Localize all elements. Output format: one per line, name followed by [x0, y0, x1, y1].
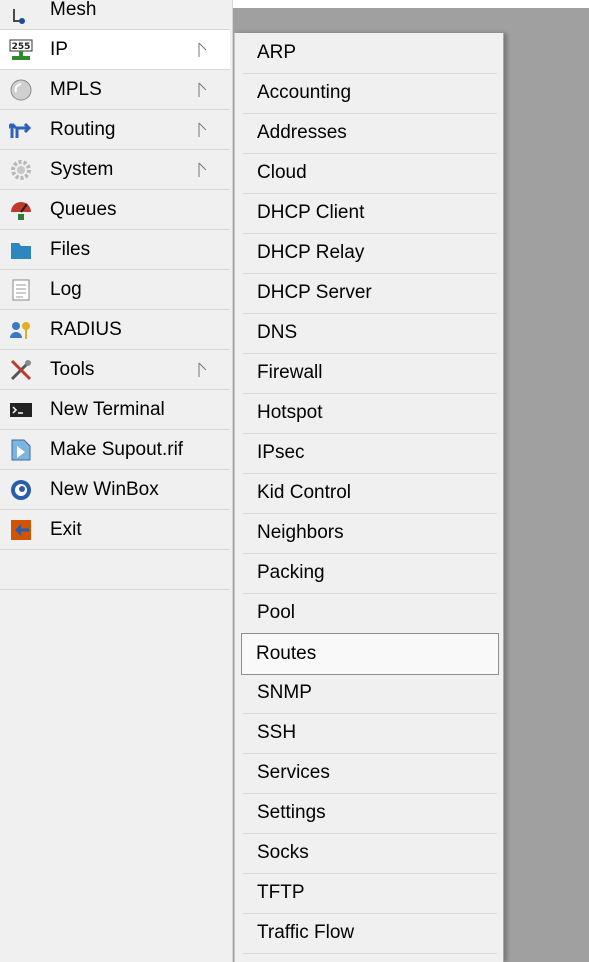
mpls-icon [8, 77, 34, 103]
submenu-item-kid-control[interactable]: Kid Control [243, 473, 497, 514]
menu-label: New Terminal [50, 398, 165, 420]
submenu-label: Settings [257, 802, 326, 823]
submenu-item-hotspot[interactable]: Hotspot [243, 393, 497, 434]
menu-label: Make Supout.rif [50, 438, 184, 460]
menu-item-ip[interactable]: 255 IP [0, 30, 230, 70]
submenu-item-dhcp-relay[interactable]: DHCP Relay [243, 233, 497, 274]
radius-icon [8, 317, 34, 343]
folder-icon [8, 237, 34, 263]
submenu-label: Kid Control [257, 482, 351, 503]
submenu-item-packing[interactable]: Packing [243, 553, 497, 594]
tools-icon [8, 357, 34, 383]
menu-label: System [50, 158, 114, 180]
submenu-item-arp[interactable]: ARP [243, 33, 497, 74]
submenu-label: Accounting [257, 82, 352, 103]
submenu-label: ARP [257, 42, 297, 63]
submenu-label: Pool [257, 602, 296, 623]
exit-icon [8, 517, 34, 543]
submenu-label: SNMP [257, 682, 312, 703]
submenu-item-accounting[interactable]: Accounting [243, 73, 497, 114]
ip-submenu: ARP Accounting Addresses Cloud DHCP Clie… [234, 33, 504, 962]
submenu-item-dns[interactable]: DNS [243, 313, 497, 354]
submenu-item-cloud[interactable]: Cloud [243, 153, 497, 194]
submenu-label: IPsec [257, 442, 305, 463]
submenu-arrow-icon [198, 162, 208, 178]
menu-item-queues[interactable]: Queues [0, 190, 230, 230]
submenu-item-snmp[interactable]: SNMP [243, 673, 497, 714]
routing-icon [8, 117, 34, 143]
submenu-label: DHCP Server [257, 282, 372, 303]
mesh-icon [8, 3, 34, 29]
submenu-item-routes[interactable]: Routes [241, 633, 499, 675]
menu-label: New WinBox [50, 478, 159, 500]
submenu-item-settings[interactable]: Settings [243, 793, 497, 834]
submenu-item-addresses[interactable]: Addresses [243, 113, 497, 154]
window-edge [232, 0, 589, 8]
submenu-label: Hotspot [257, 402, 323, 423]
menu-label: RADIUS [50, 318, 122, 340]
menu-item-exit[interactable]: Exit [0, 510, 230, 550]
menu-item-new-terminal[interactable]: New Terminal [0, 390, 230, 430]
main-menu: Mesh 255 IP MPLS Routing System Queues F… [0, 0, 233, 962]
log-icon [8, 277, 34, 303]
submenu-label: Neighbors [257, 522, 344, 543]
menu-label: Files [50, 238, 91, 260]
submenu-label: Routes [256, 643, 317, 664]
submenu-label: Firewall [257, 362, 323, 383]
menu-item-files[interactable]: Files [0, 230, 230, 270]
submenu-item-dhcp-client[interactable]: DHCP Client [243, 193, 497, 234]
submenu-arrow-icon [198, 362, 208, 378]
submenu-label: Services [257, 762, 330, 783]
menu-label: Routing [50, 118, 116, 140]
menu-item-mpls[interactable]: MPLS [0, 70, 230, 110]
submenu-item-dhcp-server[interactable]: DHCP Server [243, 273, 497, 314]
submenu-item-ssh[interactable]: SSH [243, 713, 497, 754]
submenu-item-ipsec[interactable]: IPsec [243, 433, 497, 474]
submenu-label: Addresses [257, 122, 347, 143]
submenu-arrow-icon [198, 122, 208, 138]
submenu-item-socks[interactable]: Socks [243, 833, 497, 874]
menu-item-radius[interactable]: RADIUS [0, 310, 230, 350]
ip-icon: 255 [8, 37, 34, 63]
submenu-label: Packing [257, 562, 325, 583]
menu-label: Tools [50, 358, 95, 380]
menu-item-system[interactable]: System [0, 150, 230, 190]
submenu-label: TFTP [257, 882, 305, 903]
menu-item-routing[interactable]: Routing [0, 110, 230, 150]
queues-icon [8, 197, 34, 223]
submenu-arrow-icon [198, 42, 208, 58]
menu-item-log[interactable]: Log [0, 270, 230, 310]
submenu-label: DNS [257, 322, 298, 343]
svg-text:255: 255 [12, 42, 31, 52]
supout-icon [8, 437, 34, 463]
menu-label: Queues [50, 198, 117, 220]
submenu-label: Traffic Flow [257, 922, 355, 943]
menu-item-new-winbox[interactable]: New WinBox [0, 470, 230, 510]
submenu-label: Cloud [257, 162, 307, 183]
submenu-item-services[interactable]: Services [243, 753, 497, 794]
winbox-icon [8, 477, 34, 503]
menu-label: MPLS [50, 78, 102, 100]
submenu-item-tftp[interactable]: TFTP [243, 873, 497, 914]
menu-empty-row [0, 550, 230, 590]
submenu-label: DHCP Client [257, 202, 365, 223]
submenu-label: SSH [257, 722, 297, 743]
submenu-item-pool[interactable]: Pool [243, 593, 497, 634]
terminal-icon [8, 397, 34, 423]
menu-label: Log [50, 278, 82, 300]
menu-label: Exit [50, 518, 82, 540]
submenu-label: DHCP Relay [257, 242, 365, 263]
menu-item-make-supout[interactable]: Make Supout.rif [0, 430, 230, 470]
menu-label: IP [50, 38, 68, 60]
submenu-item-neighbors[interactable]: Neighbors [243, 513, 497, 554]
system-gear-icon [8, 157, 34, 183]
menu-label: Mesh [50, 0, 97, 20]
submenu-label: Socks [257, 842, 309, 863]
submenu-item-firewall[interactable]: Firewall [243, 353, 497, 394]
menu-item-tools[interactable]: Tools [0, 350, 230, 390]
menu-item-mesh[interactable]: Mesh [0, 0, 230, 30]
submenu-item-traffic-flow[interactable]: Traffic Flow [243, 913, 497, 954]
submenu-arrow-icon [198, 82, 208, 98]
